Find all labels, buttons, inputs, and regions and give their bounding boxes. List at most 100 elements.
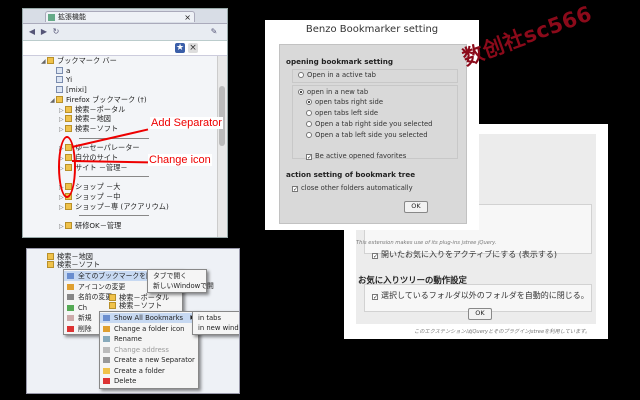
folder-icon (65, 105, 72, 113)
ok-button[interactable]: OK (404, 201, 428, 213)
menu-item[interactable]: Create a new Separator (100, 355, 198, 365)
menu-item-icon (103, 378, 110, 384)
bookmark-item[interactable]: Yi (50, 75, 72, 84)
menu-item[interactable]: Change a folder icon (100, 324, 198, 334)
bookmark-label: Yi (66, 75, 73, 85)
bookmark-label: 検索－地図 (75, 114, 111, 124)
tab-position-radio[interactable]: Open a tab right side you selected (306, 120, 433, 128)
forward-icon[interactable]: ▶ (39, 27, 49, 37)
opened-active-option[interactable]: ✓ 開いたお気に入りをアクティブにする (表示する) (372, 249, 557, 260)
menu-item-label: Rename (114, 335, 142, 343)
bookmark-separator[interactable] (79, 215, 149, 217)
close-tab-icon[interactable]: × (184, 12, 191, 23)
menu-item-icon (103, 325, 110, 332)
bookmark-folder[interactable]: ▷ 検索－ポータル (59, 105, 125, 114)
scrollbar-thumb[interactable] (219, 86, 225, 146)
folder-icon (65, 202, 72, 210)
watermark-text: 数创社sc566 (459, 1, 596, 71)
bookmark-separator[interactable] (79, 176, 149, 178)
context-menu-en: Show All Bookmarks▶Change a folder icon R… (99, 311, 199, 389)
bookmark-icon (56, 66, 63, 74)
ok-button[interactable]: OK (468, 308, 492, 320)
menu-item-icon (67, 325, 74, 332)
bookmark-label: [mixi] (66, 85, 87, 95)
bookmark-label: 検索－ソフト (75, 123, 119, 133)
folder-icon (65, 124, 72, 132)
bookmark-icon (56, 86, 63, 94)
scrollbar[interactable] (217, 56, 227, 237)
submenu-en: in tabsin new windows (192, 311, 239, 335)
section-heading: opening bookmark setting (286, 57, 394, 66)
bookmark-item[interactable]: [mixi] (50, 85, 87, 94)
bookmark-label: ショップ－専 (アクアリウム) (75, 201, 169, 211)
menu-item-label: Change address (114, 345, 169, 354)
dialog-title: Benzo Bookmarker setting (305, 24, 439, 35)
navigation-bar: ◀ ▶ ↻ ✎ (23, 24, 227, 41)
bookmark-label: 研修OK－管理 (75, 220, 122, 230)
section-heading: お気に入りツリーの動作設定 (358, 275, 467, 285)
menu-item[interactable]: Change address (100, 345, 198, 355)
radio-icon (306, 132, 312, 138)
bookmark-folder[interactable]: ◢ ブックマーク バー (41, 56, 117, 65)
submenu-item[interactable]: タブで開く (148, 271, 206, 281)
tab-position-radio[interactable]: open tabs left side (306, 109, 378, 117)
menu-item-icon (67, 294, 74, 300)
tab-position-radio[interactable]: open tabs right side (306, 98, 383, 106)
menu-item-icon (103, 346, 110, 353)
add-separator-label: Add Separator (150, 117, 223, 129)
settings-dialog-en: Benzo Bookmarker setting opening bookmar… (265, 20, 479, 230)
bookmark-label: ブックマーク バー (57, 56, 117, 65)
change-icon-label: Change icon (148, 154, 212, 166)
bookmark-label: ショップ －中 (75, 191, 121, 201)
radio-icon (306, 99, 312, 105)
star-icon[interactable]: ★ (175, 43, 185, 53)
menu-item-label: 削除 (78, 324, 92, 333)
bookmark-folder[interactable]: ▷ 検索－地図 (59, 114, 111, 123)
open-new-radio[interactable]: open in a new tab (298, 88, 368, 96)
menu-item[interactable]: Rename (100, 334, 198, 344)
tab-title: 拡張機能 (58, 13, 86, 21)
submenu-item[interactable]: in tabs (193, 313, 239, 323)
bookmark-item[interactable]: a (50, 66, 70, 75)
folder-icon (56, 95, 63, 103)
close-other-option[interactable]: ✓ 選択しているフォルダ以外のフォルダを自動的に閉じる。 (372, 290, 589, 301)
bookmark-folder[interactable]: ◢ Firefox ブックマーク (†) (50, 95, 147, 104)
back-icon[interactable]: ◀ (27, 27, 37, 37)
be-active-checkbox[interactable]: ✓ Be active opened favorites (306, 152, 406, 161)
bookmark-folder[interactable]: ▷ ショップ－専 (アクアリウム) (59, 202, 169, 211)
bookmark-label: a (66, 65, 71, 75)
menu-item-icon (103, 357, 110, 363)
sidebar-header: ★ × (23, 41, 227, 56)
menu-item-icon (67, 315, 74, 321)
bookmark-folder[interactable]: ▷ 研修OK－管理 (59, 221, 121, 230)
plugin-note-jp: このエクステンションはjQueryとそのプラグインjstreeを利用しています。 (414, 329, 591, 335)
menu-item-label: Delete (114, 377, 137, 385)
menu-item-label: Create a folder (114, 366, 165, 375)
menu-item[interactable]: Create a folder (100, 366, 198, 376)
close-other-checkbox[interactable]: ✓ close other folders automatically (292, 184, 413, 193)
tab-position-radio[interactable]: Open a tab left side you selected (306, 131, 428, 139)
menu-item[interactable]: Delete (100, 376, 198, 386)
submenu-item[interactable]: in new windows (193, 323, 239, 333)
folder-icon (65, 115, 72, 123)
reload-icon[interactable]: ↻ (51, 27, 61, 37)
folder-icon (65, 221, 72, 229)
menu-item-icon (103, 315, 110, 321)
menu-item-label: Ch (78, 303, 88, 312)
bookmark-label: ショップ －大 (75, 182, 121, 192)
radio-icon (306, 121, 312, 127)
bookmark-folder[interactable]: ▷ 検索－ソフト (59, 124, 118, 133)
menu-item-icon (67, 304, 74, 311)
menu-item-icon (67, 273, 74, 279)
tab-extensions[interactable]: 拡張機能 × (45, 11, 195, 22)
close-sidebar-icon[interactable]: × (188, 43, 198, 53)
submenu-item[interactable]: 新しいWindowで開 (148, 281, 214, 291)
wrench-icon[interactable]: ✎ (209, 27, 219, 37)
open-active-radio[interactable]: Open in a active tab (298, 71, 376, 79)
menu-item[interactable]: Show All Bookmarks▶ (100, 313, 198, 323)
list-item[interactable]: 検索－ソフト (109, 301, 162, 310)
list-item[interactable]: 検索－ソフト (47, 260, 100, 269)
menu-item-label: 新規 (78, 314, 92, 322)
bookmark-label: サイト －管理－ (75, 162, 128, 172)
bookmark-label: Firefox ブックマーク (†) (66, 94, 147, 104)
